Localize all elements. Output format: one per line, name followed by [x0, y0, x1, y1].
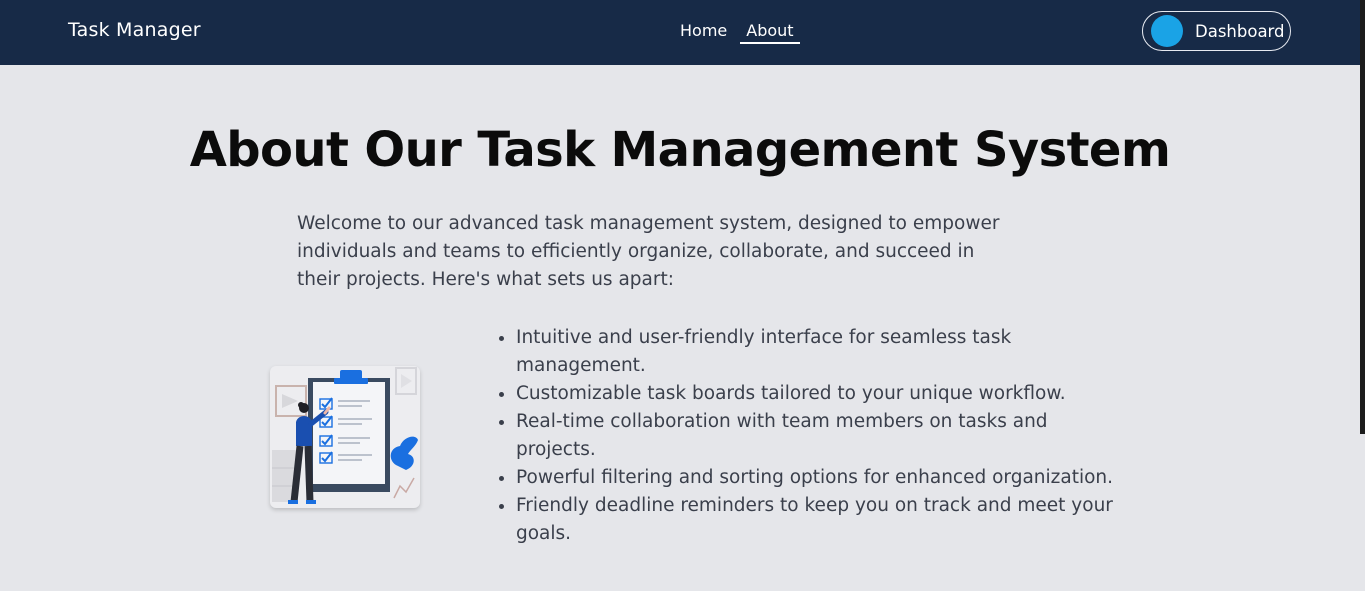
nav-links: Home About — [680, 21, 800, 44]
intro-paragraph: Welcome to our advanced task management … — [297, 213, 1000, 290]
feature-item: Intuitive and user-friendly interface fo… — [516, 324, 1116, 380]
checklist-illustration-icon — [270, 366, 420, 508]
feature-item: Friendly deadline reminders to keep you … — [516, 492, 1116, 548]
nav-home-link[interactable]: Home — [680, 21, 727, 44]
feature-item: Powerful filtering and sorting options f… — [516, 464, 1116, 492]
dashboard-button[interactable]: Dashboard — [1142, 11, 1291, 51]
feature-item: Real-time collaboration with team member… — [516, 408, 1116, 464]
nav-about-link[interactable]: About — [740, 21, 800, 44]
brand-title[interactable]: Task Manager — [68, 19, 201, 41]
dashboard-label: Dashboard — [1195, 21, 1285, 41]
top-navbar: Task Manager Home About Dashboard — [0, 0, 1360, 65]
feature-list: Intuitive and user-friendly interface fo… — [498, 324, 1116, 548]
avatar — [1151, 15, 1183, 47]
feature-item: Customizable task boards tailored to you… — [516, 380, 1116, 408]
page-title: About Our Task Management System — [189, 122, 1171, 178]
checklist-illustration-svg — [272, 367, 418, 504]
scrollbar[interactable] — [1360, 0, 1365, 434]
